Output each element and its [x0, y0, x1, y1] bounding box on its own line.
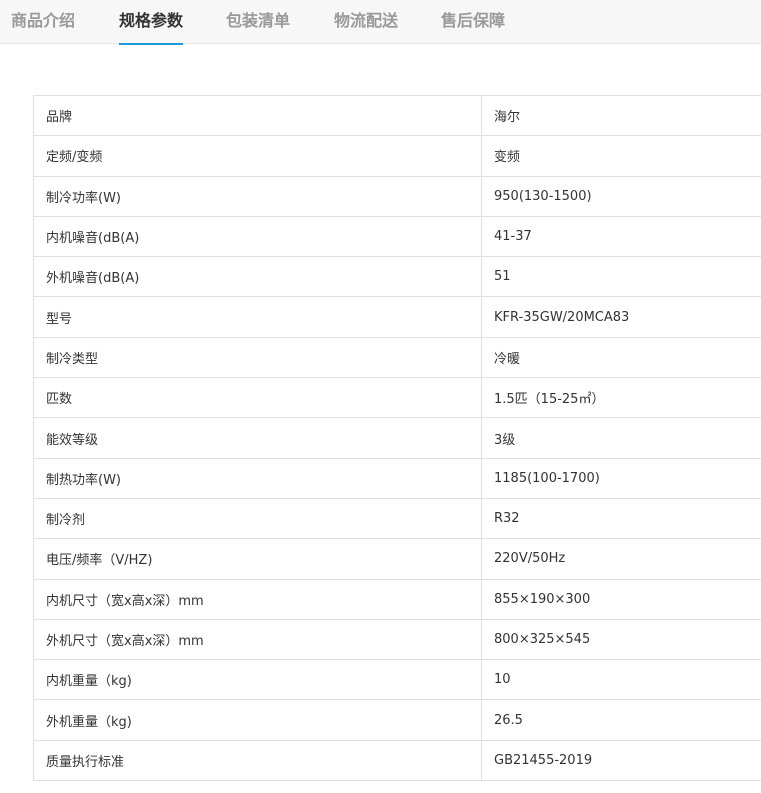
tab-bar: 商品介绍 规格参数 包装清单 物流配送 售后保障 — [0, 0, 761, 45]
spec-value: 变频 — [481, 135, 761, 177]
spec-row: 制冷类型 冷暖 — [33, 336, 761, 379]
spec-key: 制冷功率(W) — [33, 175, 482, 217]
tab-after-sales[interactable]: 售后保障 — [441, 0, 505, 44]
spec-row: 内机噪音(dB(A) 41-37 — [33, 215, 761, 258]
spec-value: 3级 — [481, 417, 761, 459]
spec-row: 匹数 1.5匹（15-25㎡） — [33, 377, 761, 419]
spec-row: 外机噪音(dB(A) 51 — [33, 256, 761, 298]
spec-key: 制热功率(W) — [33, 457, 482, 499]
spec-key: 定频/变频 — [33, 135, 482, 177]
spec-value: 51 — [481, 256, 761, 298]
spec-row: 外机重量（kg) 26.5 — [33, 699, 761, 741]
spec-key: 品牌 — [33, 94, 482, 137]
spec-value: KFR-35GW/20MCA83 — [481, 296, 761, 338]
spec-row: 质量执行标准 GB21455-2019 — [33, 739, 761, 782]
tab-shipping[interactable]: 物流配送 — [334, 0, 398, 44]
spec-row: 型号 KFR-35GW/20MCA83 — [33, 296, 761, 338]
spec-value: 26.5 — [481, 699, 761, 741]
spec-key: 匹数 — [33, 377, 482, 419]
spec-key: 外机尺寸（宽x高x深）mm — [33, 618, 482, 661]
spec-value: 855×190×300 — [481, 578, 761, 620]
spec-key: 制冷剂 — [33, 497, 482, 540]
tab-specifications[interactable]: 规格参数 — [119, 0, 184, 45]
spec-value: 10 — [481, 659, 761, 701]
tab-packing-list[interactable]: 包装清单 — [226, 0, 290, 44]
spec-row: 内机尺寸（宽x高x深）mm 855×190×300 — [33, 578, 761, 620]
spec-value: 冷暖 — [481, 336, 761, 379]
spec-value: 220V/50Hz — [481, 538, 761, 580]
spec-key: 电压/频率（V/HZ) — [33, 538, 482, 580]
spec-row: 外机尺寸（宽x高x深）mm 800×325×545 — [33, 618, 761, 661]
tab-product-intro[interactable]: 商品介绍 — [11, 0, 75, 44]
spec-row: 制冷功率(W) 950(130-1500) — [33, 175, 761, 217]
spec-value: 1.5匹（15-25㎡） — [481, 377, 761, 419]
spec-key: 内机重量（kg) — [33, 659, 482, 701]
spec-value: 1185(100-1700) — [481, 457, 761, 499]
spec-value: 950(130-1500) — [481, 175, 761, 217]
spec-value: 800×325×545 — [481, 618, 761, 661]
spec-key: 能效等级 — [33, 417, 482, 459]
spec-key: 内机噪音(dB(A) — [33, 215, 482, 258]
spec-key: 型号 — [33, 296, 482, 338]
spec-row: 制冷剂 R32 — [33, 497, 761, 540]
spec-row: 内机重量（kg) 10 — [33, 659, 761, 701]
spec-key: 内机尺寸（宽x高x深）mm — [33, 578, 482, 620]
spec-key: 制冷类型 — [33, 336, 482, 379]
spec-row: 电压/频率（V/HZ) 220V/50Hz — [33, 538, 761, 580]
spec-row: 能效等级 3级 — [33, 417, 761, 459]
spec-row: 制热功率(W) 1185(100-1700) — [33, 457, 761, 499]
spec-value: 海尔 — [481, 94, 761, 137]
spec-key: 外机噪音(dB(A) — [33, 256, 482, 298]
spec-value: R32 — [481, 497, 761, 540]
spec-value: 41-37 — [481, 215, 761, 258]
spec-key: 质量执行标准 — [33, 739, 482, 782]
spec-key: 外机重量（kg) — [33, 699, 482, 741]
spec-row: 品牌 海尔 — [33, 94, 761, 137]
spec-row: 定频/变频 变频 — [33, 135, 761, 177]
spec-value: GB21455-2019 — [481, 739, 761, 782]
spec-table: 品牌 海尔 定频/变频 变频 制冷功率(W) 950(130-1500) 内机噪… — [33, 94, 761, 782]
